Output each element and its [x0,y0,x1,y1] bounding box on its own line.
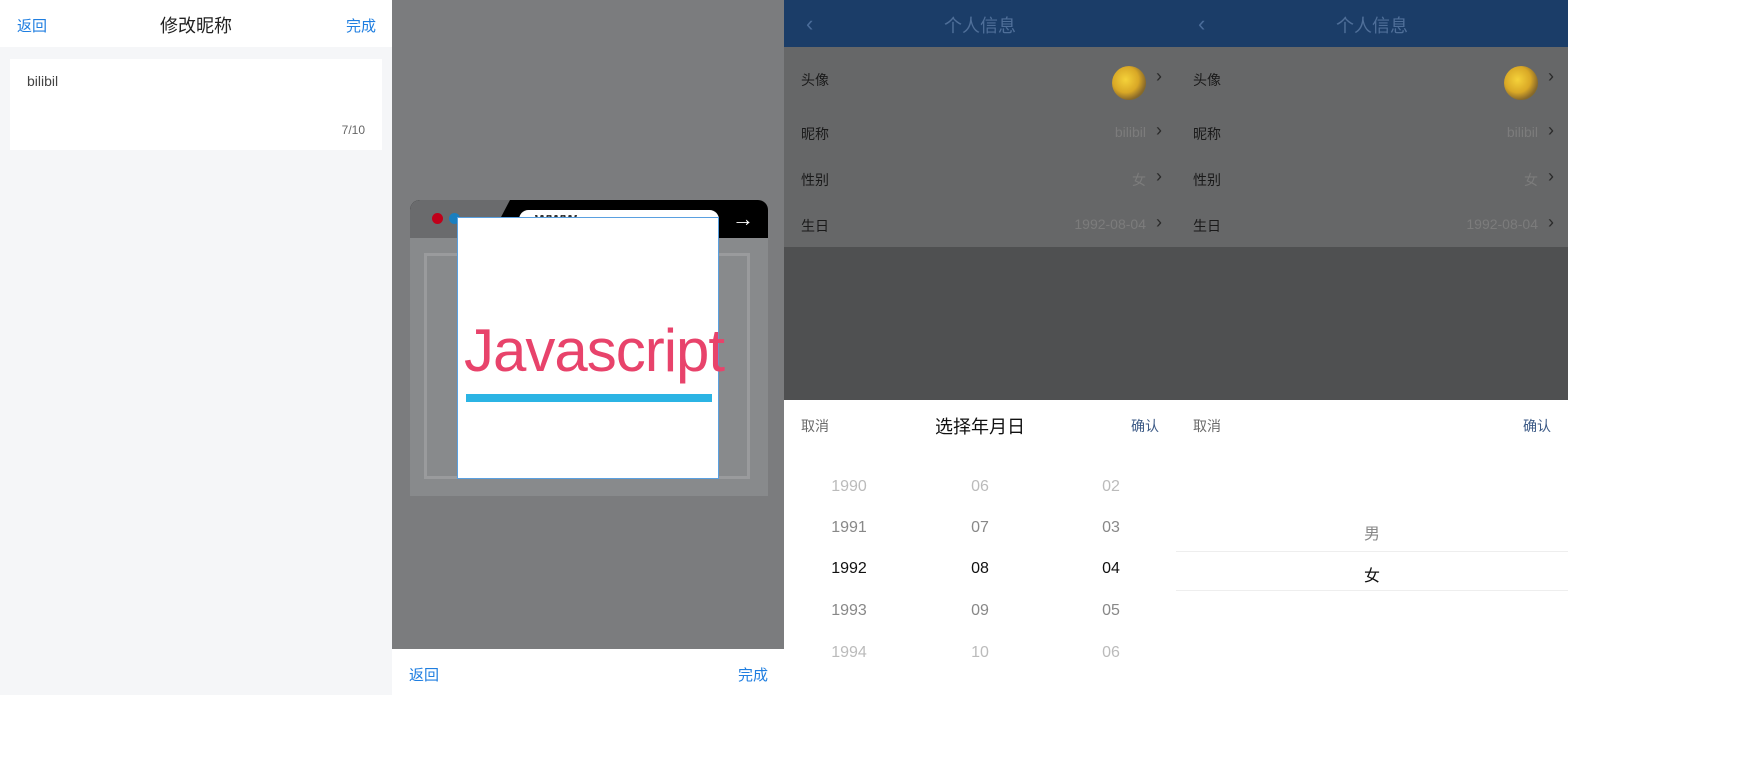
window-dot-red-icon [432,213,443,224]
year-option[interactable]: 1994 [799,644,899,662]
back-button[interactable]: 返回 [409,664,439,685]
profile-gender-picker-screen: ‹ 个人信息 头像 › 昵称 bilibil › 性别 女 › 生日 1992-… [1176,0,1568,695]
nickname-input-value[interactable]: bilibil [27,73,58,89]
row-value: bilibil [1114,124,1146,140]
nav-bar: 返回 修改昵称 完成 [0,0,392,47]
row-label: 生日 [801,218,829,234]
row-value: 1992-08-04 [1466,216,1538,232]
profile-row-gender[interactable]: 性别 女 › [1176,155,1568,201]
row-value: 女 [1524,172,1538,188]
gender-option-selected[interactable]: 女 [1322,562,1422,586]
javascript-text: Javascript [464,317,725,384]
crop-area[interactable]: Javascript [457,217,725,479]
day-option[interactable]: 06 [1061,644,1161,662]
row-label: 性别 [1193,172,1221,188]
profile-row-gender[interactable]: 性别 女 › [784,155,1176,201]
profile-list: 头像 › 昵称 bilibil › 性别 女 › 生日 1992-08-04 › [784,47,1176,247]
row-label: 性别 [801,172,829,188]
month-option[interactable]: 06 [930,478,1030,496]
month-option[interactable]: 09 [930,602,1030,620]
chevron-right-icon: › [1548,120,1554,140]
year-option[interactable]: 1991 [799,519,899,537]
year-option[interactable]: 1993 [799,602,899,620]
profile-date-picker-screen: ‹ 个人信息 头像 › 昵称 bilibil › 性别 女 › 生日 1992-… [784,0,1176,695]
profile-row-nickname[interactable]: 昵称 bilibil › [1176,109,1568,155]
day-option[interactable]: 02 [1061,478,1161,496]
month-option[interactable]: 07 [930,519,1030,537]
row-value: 女 [1132,172,1146,188]
row-label: 昵称 [801,126,829,142]
profile-row-birthday[interactable]: 生日 1992-08-04 › [1176,201,1568,247]
month-option[interactable]: 10 [930,644,1030,662]
picker-title: 选择年月日 [935,417,1025,437]
day-option[interactable]: 05 [1061,602,1161,620]
profile-list: 头像 › 昵称 bilibil › 性别 女 › 生日 1992-08-04 › [1176,47,1568,247]
avatar [1504,66,1538,100]
profile-row-avatar[interactable]: 头像 › [784,55,1176,101]
underline-bar [466,394,712,402]
avatar-crop-screen: www. → Javascript 返回 完成 [392,0,784,695]
chevron-right-icon: › [1548,66,1554,86]
profile-row-nickname[interactable]: 昵称 bilibil › [784,109,1176,155]
nickname-field[interactable]: bilibil 7/10 [10,59,382,150]
page-title: 个人信息 [944,16,1016,36]
chevron-right-icon: › [1156,166,1162,186]
chevron-right-icon: › [1548,212,1554,232]
crop-toolbar: 返回 完成 [392,649,784,695]
arrow-right-icon: → [732,206,754,231]
confirm-button[interactable]: 确认 [1523,416,1551,436]
row-label: 头像 [1193,72,1221,88]
day-option[interactable]: 03 [1061,519,1161,537]
chevron-right-icon: › [1548,166,1554,186]
modal-overlay[interactable] [1176,247,1568,400]
page-title: 修改昵称 [160,16,232,36]
cancel-button[interactable]: 取消 [1193,416,1221,436]
profile-row-birthday[interactable]: 生日 1992-08-04 › [784,201,1176,247]
page-title: 个人信息 [1336,16,1408,36]
gender-picker-sheet: 取消 确认 男 女 [1176,400,1568,695]
chevron-right-icon: › [1156,120,1162,140]
day-option-selected[interactable]: 04 [1061,560,1161,578]
modal-overlay[interactable] [784,247,1176,400]
date-picker-sheet: 取消 选择年月日 确认 1990 1991 1992 1993 1994 06 … [784,400,1176,695]
avatar [1112,66,1146,100]
row-label: 生日 [1193,218,1221,234]
nav-bar: ‹ 个人信息 [784,0,1176,47]
month-option-selected[interactable]: 08 [930,560,1030,578]
nav-bar: ‹ 个人信息 [1176,0,1568,47]
profile-row-avatar[interactable]: 头像 › [1176,55,1568,101]
row-label: 头像 [801,72,829,88]
done-button[interactable]: 完成 [346,15,376,36]
edit-nickname-screen: 返回 修改昵称 完成 bilibil 7/10 [0,0,392,695]
chevron-right-icon: › [1156,212,1162,232]
done-button[interactable]: 完成 [738,664,768,685]
year-option-selected[interactable]: 1992 [799,560,899,578]
row-value: bilibil [1506,124,1538,140]
row-value: 1992-08-04 [1074,216,1146,232]
chevron-right-icon: › [1156,66,1162,86]
confirm-button[interactable]: 确认 [1131,416,1159,436]
row-label: 昵称 [1193,126,1221,142]
year-option[interactable]: 1990 [799,478,899,496]
char-counter: 7/10 [341,123,365,137]
gender-option[interactable]: 男 [1322,520,1422,544]
